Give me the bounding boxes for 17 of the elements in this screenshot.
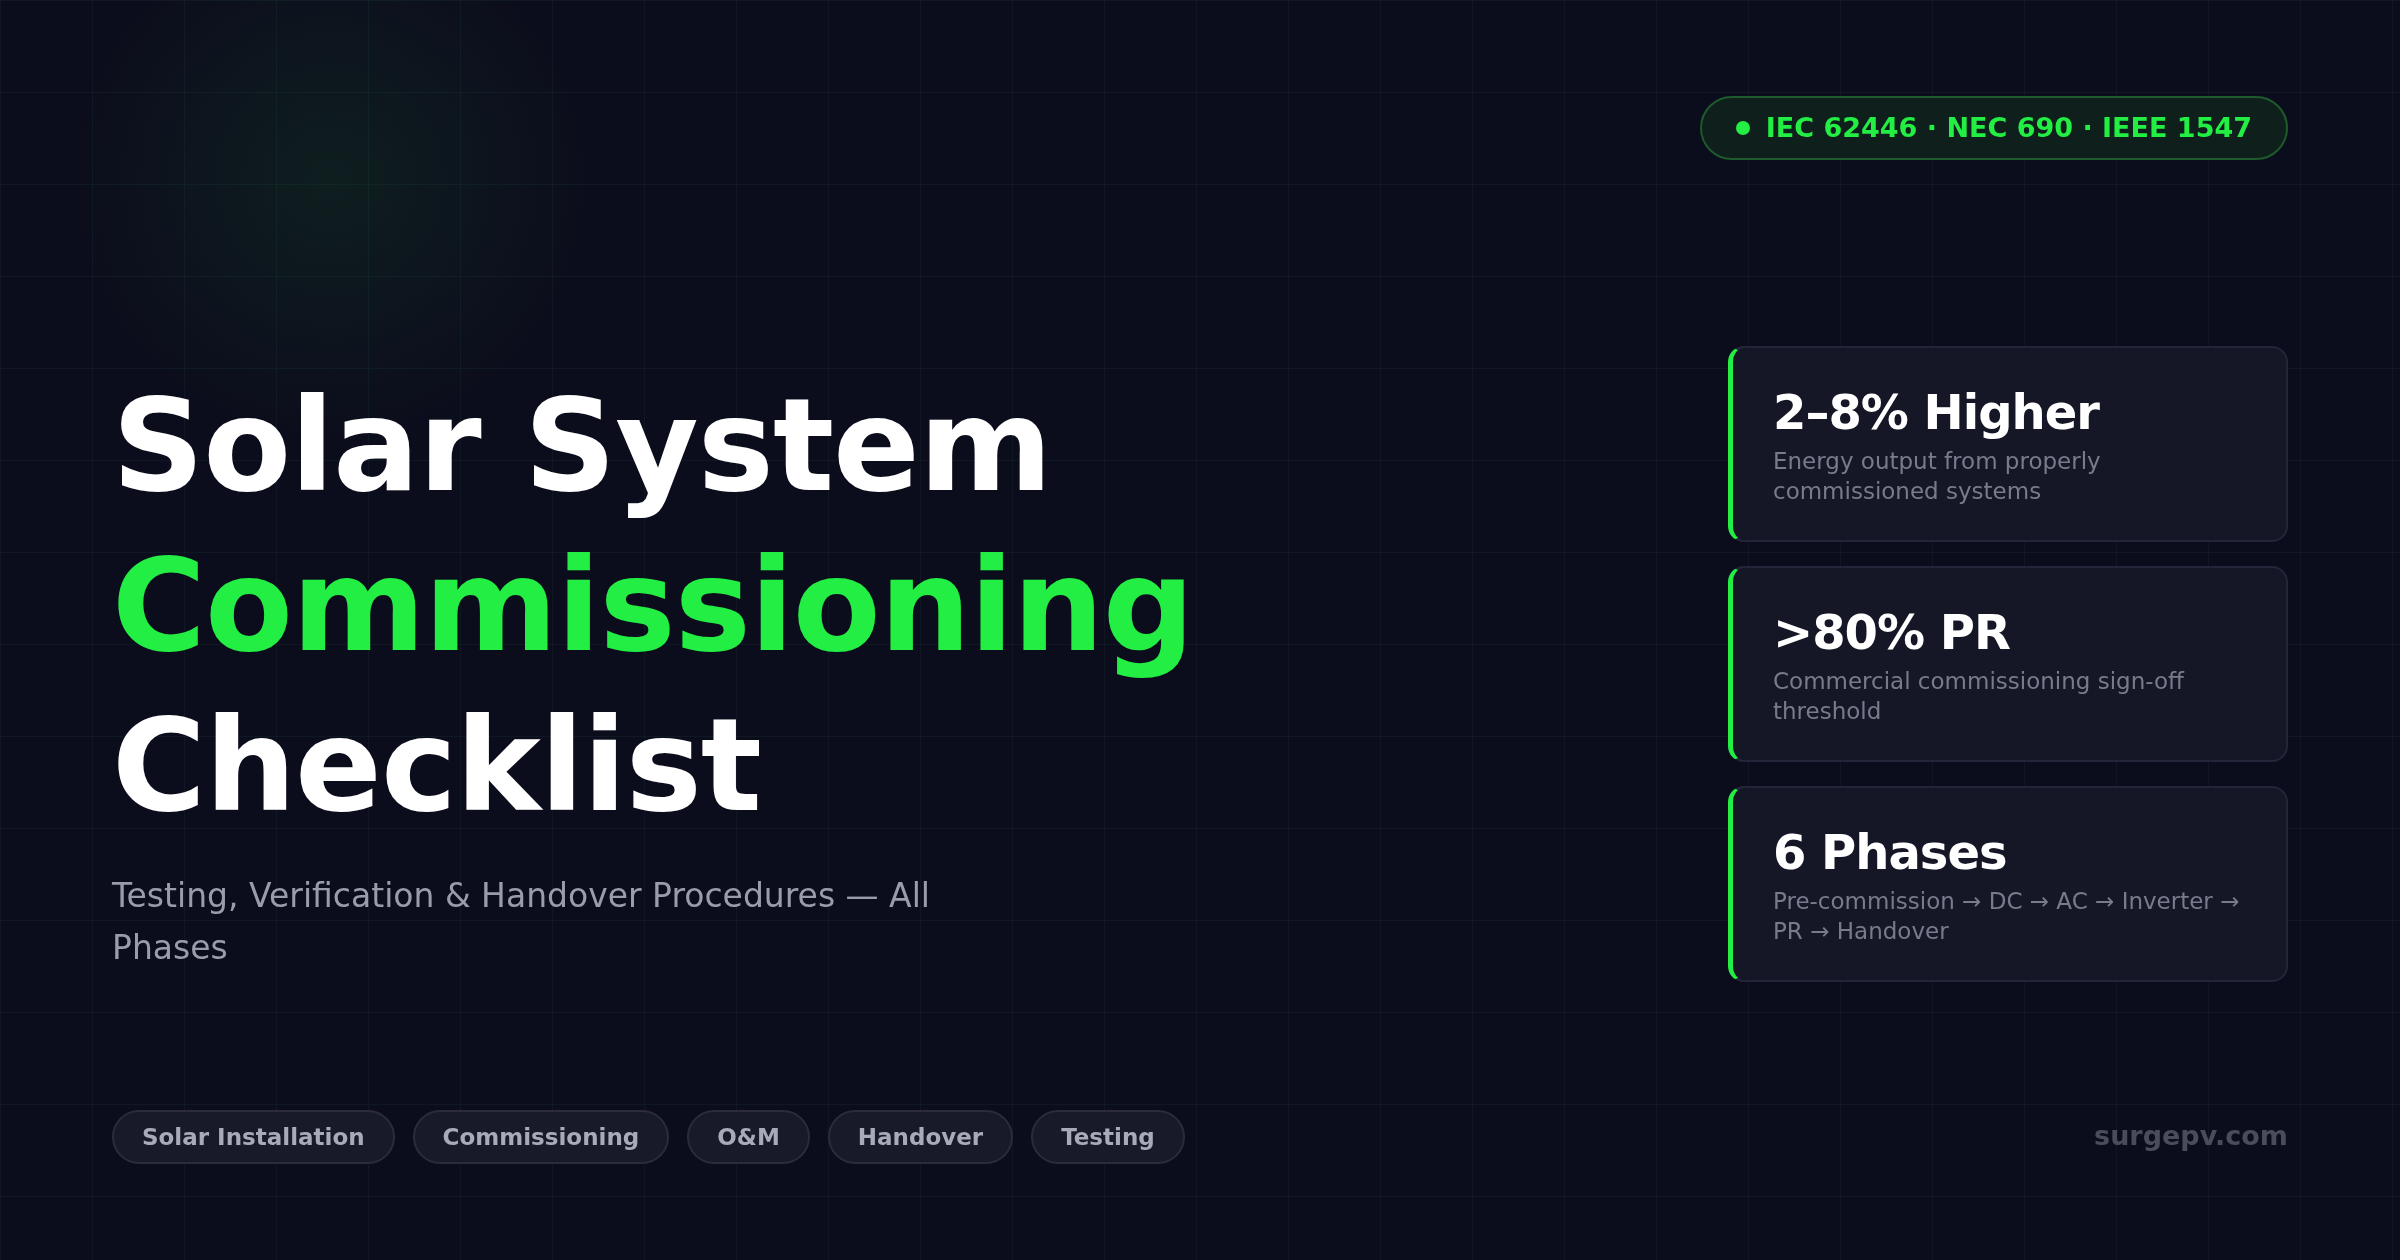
website-url: surgepv.com bbox=[2094, 1118, 2288, 1153]
tag: Solar Installation bbox=[112, 1110, 395, 1164]
stat-caption: Commercial commissioning sign-off threshold bbox=[1773, 667, 2186, 726]
stat-value: 2–8% Higher bbox=[1773, 383, 2101, 442]
tag: Testing bbox=[1031, 1110, 1185, 1164]
tag: Handover bbox=[827, 1110, 1014, 1164]
title-line: Checklist bbox=[112, 690, 762, 842]
subtitle: Testing, Verification & Handover Procedures — All Phases bbox=[112, 875, 931, 969]
stat-caption: Energy output from properly commissioned systems bbox=[1773, 447, 2102, 506]
title-line: Solar System bbox=[112, 370, 1053, 522]
stat-value: >80% PR bbox=[1773, 603, 2011, 662]
stat-caption: Pre-commission → DC → AC → Inverter → PR → Handover bbox=[1773, 887, 2241, 946]
badge-text: IEC 62446 · NEC 690 · IEEE 1547 bbox=[1765, 110, 2252, 145]
tag: Commissioning bbox=[412, 1110, 670, 1164]
stat-value: 6 Phases bbox=[1773, 823, 2008, 882]
tag: O&M bbox=[687, 1110, 810, 1164]
title-line: Commissioning bbox=[112, 530, 1195, 682]
